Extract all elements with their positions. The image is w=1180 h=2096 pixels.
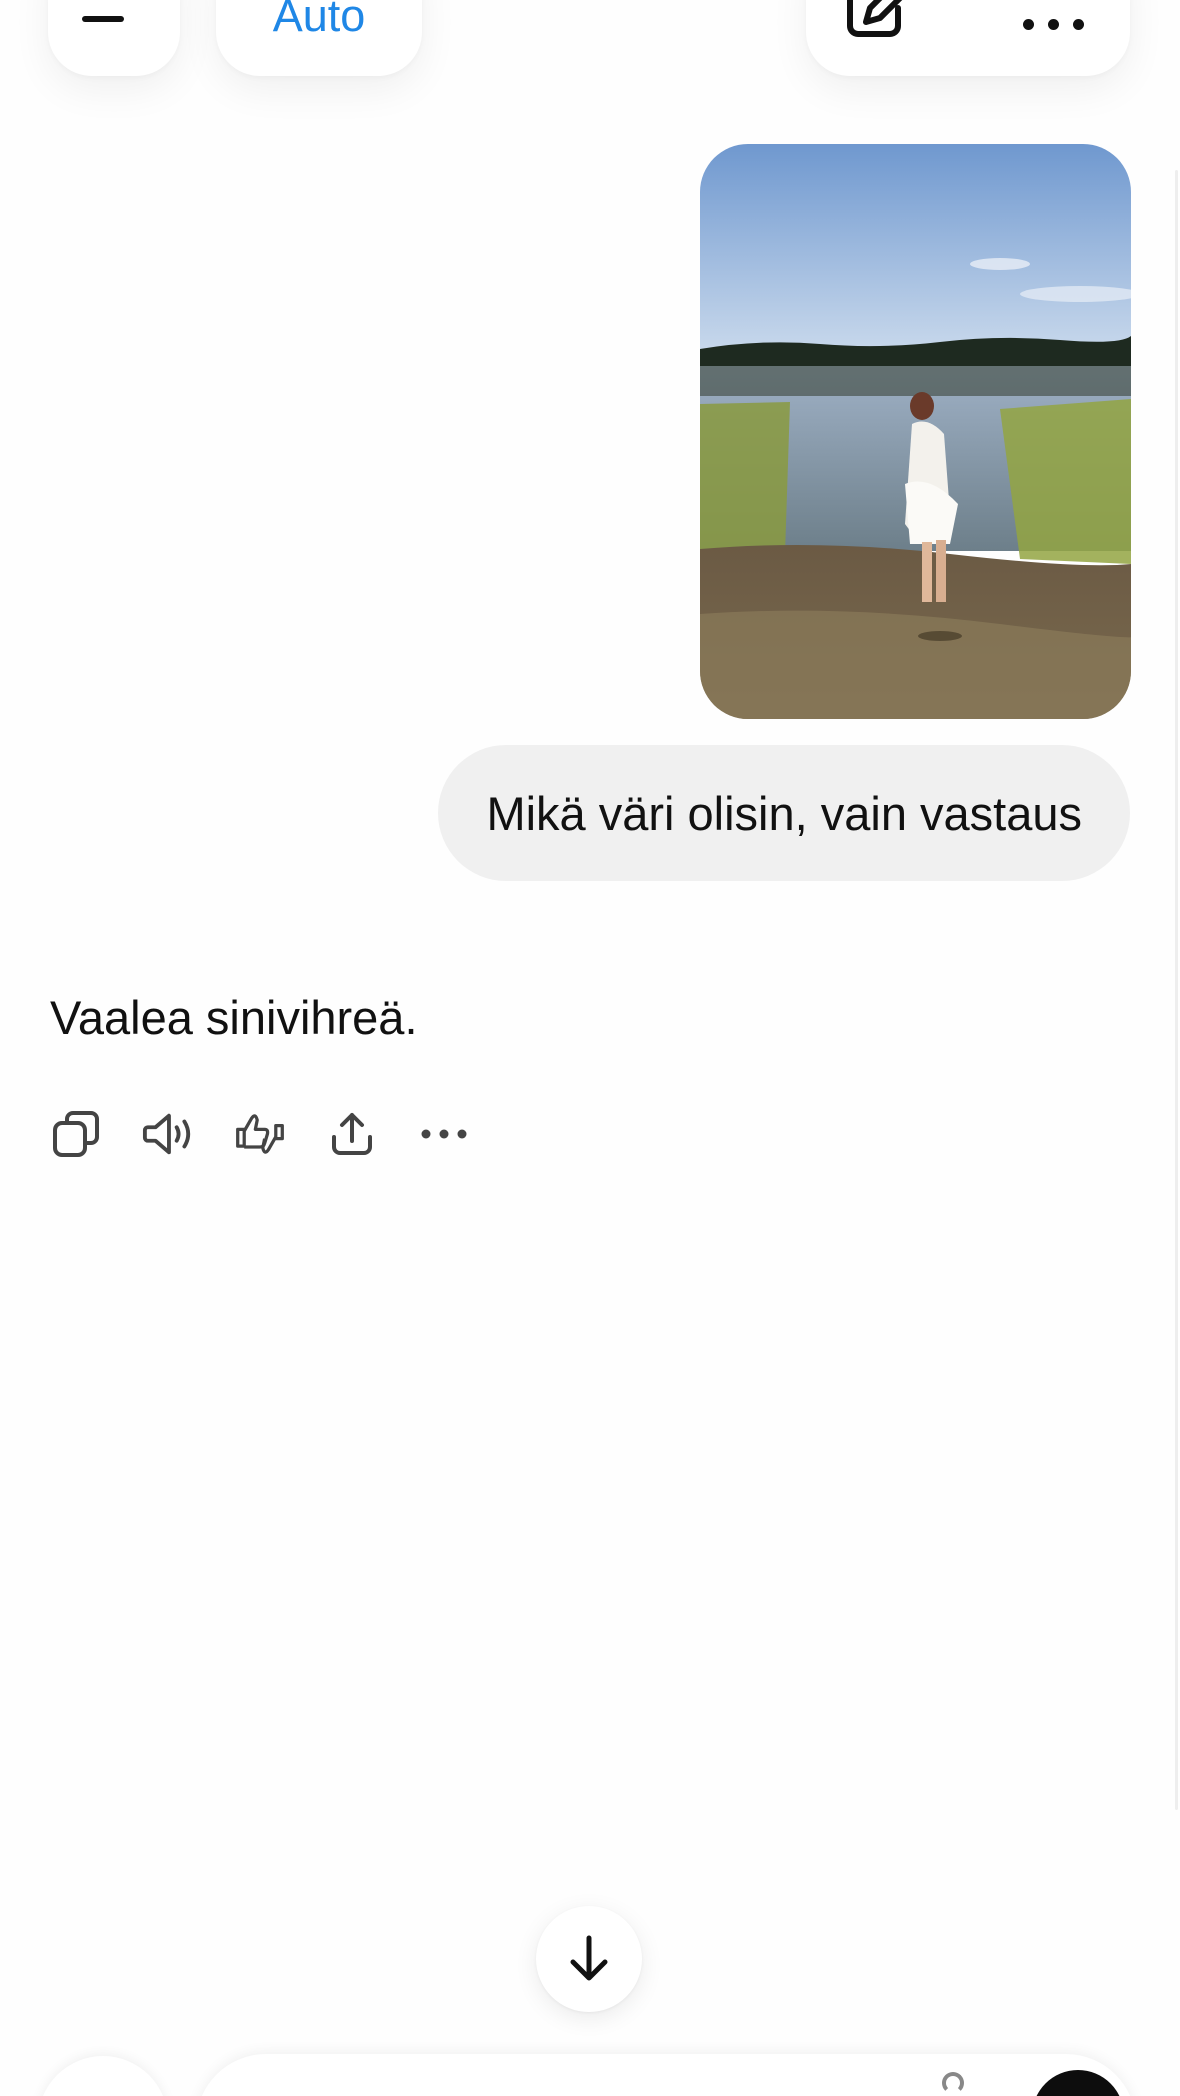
message-actions (50, 1108, 470, 1160)
mic-icon[interactable] (942, 2072, 964, 2094)
user-message-text: Mikä väri olisin, vain vastaus (486, 786, 1082, 840)
message-composer[interactable] (196, 2054, 1136, 2096)
arrow-down-icon (570, 1935, 608, 1981)
more-dots-icon[interactable] (1023, 19, 1084, 38)
share-icon[interactable] (326, 1108, 378, 1160)
header-actions (806, 0, 1130, 76)
thumbs-icon[interactable] (234, 1108, 286, 1160)
chat-screen: Auto Mikä väri olisin, vain vastaus Vaal… (0, 0, 1180, 2096)
lake-photo-image (700, 144, 1131, 719)
scroll-down-button[interactable] (536, 1906, 642, 2012)
more-dots-icon[interactable] (418, 1108, 470, 1160)
copy-icon[interactable] (50, 1108, 102, 1160)
attach-button[interactable] (38, 2056, 168, 2096)
assistant-message-text: Vaalea sinivihreä. (50, 991, 418, 1044)
user-image[interactable] (700, 144, 1131, 719)
user-message-bubble: Mikä väri olisin, vain vastaus (438, 745, 1130, 881)
edit-icon[interactable] (846, 0, 910, 38)
speaker-icon[interactable] (142, 1108, 194, 1160)
model-label: Auto (272, 0, 366, 41)
menu-button[interactable] (48, 0, 180, 76)
model-selector-button[interactable]: Auto (216, 0, 422, 76)
menu-icon (82, 0, 146, 32)
scrollbar[interactable] (1175, 170, 1178, 1810)
